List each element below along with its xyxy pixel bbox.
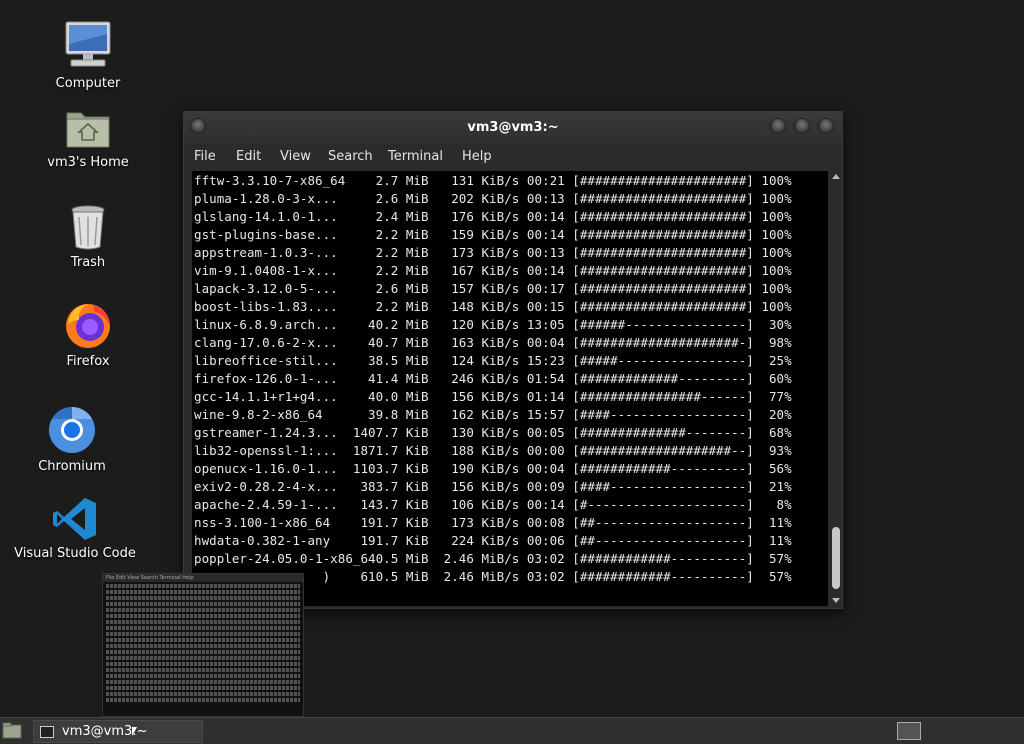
computer-icon [65, 21, 111, 67]
terminal-icon [40, 726, 54, 738]
workspace-1[interactable] [897, 722, 921, 740]
terminal-output[interactable]: fftw-3.3.10-7-x86_64 2.7 MiB 131 KiB/s 0… [192, 171, 828, 606]
terminal-line: appstream-1.0.3-... 2.2 MiB 173 KiB/s 00… [194, 245, 792, 260]
menu-view[interactable]: View [280, 149, 311, 164]
home-folder-icon [66, 112, 110, 148]
terminal-line: hwdata-0.382-1-any 191.7 KiB 224 KiB/s 0… [194, 533, 792, 548]
thumbnail-menubar: File Edit View Search Terminal Help [103, 574, 303, 582]
window-preview-thumbnail[interactable]: File Edit View Search Terminal Help [102, 573, 304, 717]
menu-terminal[interactable]: Terminal [388, 149, 443, 164]
thumbnail-line [106, 608, 300, 612]
window-titlebar[interactable]: vm3@vm3:~ [184, 112, 842, 144]
terminal-line: lib32-openssl-1:... 1871.7 KiB 188 KiB/s… [194, 443, 792, 458]
thumbnail-line [106, 650, 300, 654]
trash-icon [71, 205, 105, 250]
thumbnail-line [106, 656, 300, 660]
workspace-2[interactable] [921, 722, 943, 738]
terminal-line: poppler-24.05.0-1-x86_640.5 MiB 2.46 MiB… [194, 551, 792, 566]
vscode-icon [53, 498, 96, 540]
desktop-icon-vscode[interactable]: Visual Studio Code [0, 496, 150, 561]
terminal-line: openucx-1.16.0-1... 1103.7 KiB 190 KiB/s… [194, 461, 792, 476]
desktop-icon-label: Trash [70, 255, 106, 270]
minimize-button[interactable] [770, 118, 786, 134]
desktop-icon-home[interactable]: vm3's Home [13, 103, 163, 170]
thumbnail-line [106, 698, 300, 702]
thumbnail-line [106, 632, 300, 636]
thumbnail-line [106, 602, 300, 606]
thumbnail-line [106, 680, 300, 684]
taskbar-task-terminal[interactable]: vm3@vm3:~ [33, 720, 203, 743]
thumbnail-line [106, 614, 300, 618]
thumbnail-line [106, 584, 300, 588]
show-desktop-icon[interactable] [2, 722, 22, 739]
thumbnail-line [106, 620, 300, 624]
terminal-line: linux-6.8.9.arch... 40.2 MiB 120 KiB/s 1… [194, 317, 792, 332]
desktop: Computer vm3's Home Trash Firefox Chromi… [0, 0, 1024, 717]
terminal-line: lapack-3.12.0-5-... 2.6 MiB 157 KiB/s 00… [194, 281, 792, 296]
desktop-icon-label: Chromium [38, 459, 106, 474]
terminal-line: boost-libs-1.83.... 2.2 MiB 148 KiB/s 00… [194, 299, 792, 314]
terminal-line: exiv2-0.28.2-4-x... 383.7 KiB 156 KiB/s … [194, 479, 792, 494]
desktop-icon-label: vm3's Home [47, 155, 129, 170]
desktop-icon-label: Firefox [66, 354, 110, 369]
thumbnail-line [106, 590, 300, 594]
terminal-window[interactable]: vm3@vm3:~ File Edit View Search Terminal… [183, 111, 843, 609]
terminal-line: gstreamer-1.24.3... 1407.7 KiB 130 KiB/s… [194, 425, 792, 440]
terminal-line: apache-2.4.59-1-... 143.7 KiB 106 KiB/s … [194, 497, 792, 512]
thumbnail-line [106, 596, 300, 600]
chromium-icon [49, 407, 95, 453]
terminal-line: libreoffice-stil... 38.5 MiB 124 KiB/s 1… [194, 353, 792, 368]
menu-search[interactable]: Search [328, 149, 373, 164]
thumbnail-line [106, 626, 300, 630]
terminal-line: vim-9.1.0408-1-x... 2.2 MiB 167 KiB/s 00… [194, 263, 792, 278]
terminal-line: firefox-126.0-1-... 41.4 MiB 246 KiB/s 0… [194, 371, 792, 386]
terminal-line: wine-9.8-2-x86_64 39.8 MiB 162 KiB/s 15:… [194, 407, 792, 422]
scroll-down-arrow-icon[interactable] [832, 598, 840, 603]
desktop-icon-label: Visual Studio Code [14, 546, 136, 561]
window-menu-button[interactable] [190, 118, 206, 134]
scroll-up-arrow-icon[interactable] [832, 174, 840, 179]
menu-help[interactable]: Help [462, 149, 492, 164]
terminal-menubar: File Edit View Search Terminal Help [184, 145, 842, 169]
thumbnail-line [106, 686, 300, 690]
thumbnail-line [106, 638, 300, 642]
terminal-line: gcc-14.1.1+r1+g4... 40.0 MiB 156 KiB/s 0… [194, 389, 792, 404]
menu-edit[interactable]: Edit [236, 149, 261, 164]
maximize-button[interactable] [794, 118, 810, 134]
mouse-cursor-icon [132, 727, 137, 736]
desktop-icon-label: Computer [55, 76, 121, 91]
menu-file[interactable]: File [194, 149, 216, 164]
thumbnail-line [106, 674, 300, 678]
terminal-line: fftw-3.3.10-7-x86_64 2.7 MiB 131 KiB/s 0… [194, 173, 792, 188]
desktop-icon-firefox[interactable]: Firefox [13, 300, 163, 369]
thumbnail-line [106, 668, 300, 672]
terminal-line: clang-17.0.6-2-x... 40.7 MiB 163 KiB/s 0… [194, 335, 792, 350]
close-button[interactable] [818, 118, 834, 134]
terminal-line: pluma-1.28.0-3-x... 2.6 MiB 202 KiB/s 00… [194, 191, 792, 206]
terminal-scrollbar[interactable] [830, 171, 842, 606]
terminal-line: glslang-14.1.0-1... 2.4 MiB 176 KiB/s 00… [194, 209, 792, 224]
thumbnail-line [106, 662, 300, 666]
terminal-line: gst-plugins-base... 2.2 MiB 159 KiB/s 00… [194, 227, 792, 242]
window-title: vm3@vm3:~ [467, 120, 559, 135]
desktop-icon-computer[interactable]: Computer [13, 20, 163, 91]
thumbnail-line [106, 644, 300, 648]
desktop-icon-chromium[interactable]: Chromium [0, 405, 147, 474]
taskbar: vm3@vm3:~ [0, 717, 1024, 744]
firefox-icon [66, 304, 110, 348]
scrollbar-thumb[interactable] [832, 527, 840, 589]
thumbnail-line [106, 692, 300, 696]
desktop-icon-trash[interactable]: Trash [13, 203, 163, 270]
terminal-line: nss-3.100-1-x86_64 191.7 KiB 173 KiB/s 0… [194, 515, 792, 530]
